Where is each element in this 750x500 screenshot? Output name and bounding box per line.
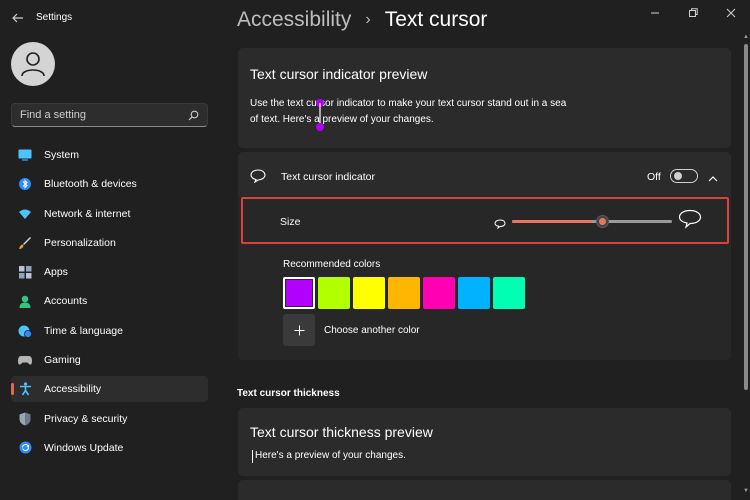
wifi-icon <box>18 207 32 221</box>
sidebar-item-network[interactable]: Network & internet <box>11 201 208 227</box>
close-button[interactable] <box>712 0 750 26</box>
search-icon[interactable] <box>188 110 199 121</box>
close-icon <box>726 8 736 18</box>
recommended-colors-heading: Recommended colors <box>283 259 381 270</box>
sidebar-item-apps[interactable]: Apps <box>11 259 208 285</box>
color-swatch[interactable] <box>458 277 490 309</box>
app-title: Settings <box>36 12 73 23</box>
thickness-preview-text: Here's a preview of your changes. <box>255 450 406 461</box>
scroll-up-arrow-icon[interactable]: ▲ <box>743 34 749 40</box>
text-cursor-icon <box>252 450 253 463</box>
sidebar-item-accessibility[interactable]: Accessibility <box>11 376 208 403</box>
color-swatches <box>283 277 528 309</box>
color-swatch[interactable] <box>493 277 525 309</box>
breadcrumb-parent[interactable]: Accessibility <box>237 8 351 32</box>
back-button[interactable] <box>10 10 26 26</box>
apps-icon <box>18 265 32 279</box>
sidebar-item-label: Accounts <box>44 295 88 308</box>
page-title: Text cursor <box>384 8 488 31</box>
sidebar-item-label: Accessibility <box>44 383 102 396</box>
chevron-right-icon: › <box>365 11 371 28</box>
color-swatch[interactable] <box>388 277 420 309</box>
indicator-toggle[interactable] <box>670 169 698 183</box>
size-label: Size <box>280 216 301 228</box>
sidebar-item-label: Network & internet <box>44 207 131 220</box>
color-swatch[interactable] <box>423 277 455 309</box>
sidebar-nav: System Bluetooth & devices Network & int… <box>11 142 208 464</box>
sidebar-item-time-language[interactable]: Time & language <box>11 318 208 344</box>
thickness-preview-card: Text cursor thickness preview Here's a p… <box>238 408 731 476</box>
sidebar-item-label: Time & language <box>44 324 123 337</box>
preview-description: Use the text cursor indicator to make yo… <box>250 96 566 128</box>
indicator-setting-row[interactable]: Text cursor indicator Off <box>238 152 731 200</box>
text-cursor-indicator-marker <box>315 99 325 131</box>
sidebar-item-personalization[interactable]: Personalization <box>11 230 208 256</box>
color-swatch[interactable] <box>283 277 315 309</box>
preview-title: Text cursor indicator preview <box>250 66 428 82</box>
choose-color-label[interactable]: Choose another color <box>324 325 420 336</box>
indicator-state-label: Off <box>647 171 661 183</box>
sidebar-item-label: Privacy & security <box>44 412 128 425</box>
size-slider-fill <box>512 220 592 223</box>
search-input[interactable] <box>20 109 188 121</box>
sidebar-item-accounts[interactable]: Accounts <box>11 288 208 314</box>
scroll-down-arrow-icon[interactable]: ▼ <box>743 488 749 494</box>
preview-description-line-2: of text. Here's a preview of your change… <box>250 114 434 125</box>
scrollbar[interactable] <box>744 44 748 390</box>
brush-icon <box>18 236 32 250</box>
minimize-icon <box>651 12 659 14</box>
user-icon <box>21 52 45 77</box>
sidebar-item-privacy-security[interactable]: Privacy & security <box>11 406 208 432</box>
bluetooth-icon <box>18 177 32 191</box>
back-arrow-icon <box>12 13 23 23</box>
slider-thumb-dot <box>599 218 606 225</box>
sidebar-item-label: Personalization <box>44 236 116 249</box>
sidebar-item-label: System <box>44 149 80 161</box>
thickness-section-heading: Text cursor thickness <box>237 388 340 399</box>
sidebar-item-label: Windows Update <box>44 441 124 454</box>
plus-icon <box>294 325 304 335</box>
size-slider[interactable] <box>512 215 672 228</box>
size-slider-thumb[interactable] <box>596 215 609 228</box>
indicator-label: Text cursor indicator <box>281 171 375 183</box>
cursor-indicator-icon <box>250 169 266 188</box>
sidebar-item-gaming[interactable]: Gaming <box>11 347 208 373</box>
indicator-preview-card: Text cursor indicator preview Use the te… <box>238 48 731 148</box>
search-box[interactable] <box>11 103 208 127</box>
thickness-preview-title: Text cursor thickness preview <box>250 424 433 440</box>
monitor-icon <box>18 148 32 162</box>
color-swatch[interactable] <box>353 277 385 309</box>
gamepad-icon <box>18 353 32 367</box>
minimize-button[interactable] <box>636 0 674 26</box>
thickness-setting-row[interactable] <box>238 480 731 500</box>
avatar[interactable] <box>11 42 55 86</box>
restore-icon <box>689 8 698 17</box>
sidebar-item-windows-update[interactable]: Windows Update <box>11 435 208 461</box>
choose-another-color-button[interactable] <box>283 314 315 346</box>
sidebar-item-label: Gaming <box>44 354 81 367</box>
restore-button[interactable] <box>674 0 712 26</box>
sidebar-item-label: Bluetooth & devices <box>44 178 137 191</box>
color-swatch[interactable] <box>318 277 350 309</box>
accessibility-icon <box>18 382 32 396</box>
sidebar-item-bluetooth[interactable]: Bluetooth & devices <box>11 171 208 197</box>
person-icon <box>18 294 32 308</box>
chevron-up-icon[interactable] <box>708 170 718 188</box>
breadcrumb: Accessibility › Text cursor <box>237 8 487 32</box>
update-icon <box>18 441 32 455</box>
preview-description-line-1: Use the text cursor indicator to make yo… <box>250 98 567 109</box>
toggle-knob <box>674 172 682 180</box>
small-cursor-size-icon <box>494 216 506 234</box>
window-controls <box>636 0 750 26</box>
large-cursor-size-icon <box>678 209 702 234</box>
shield-icon <box>18 412 32 426</box>
sidebar-item-system[interactable]: System <box>11 142 208 168</box>
globe-clock-icon <box>18 324 32 338</box>
sidebar-item-label: Apps <box>44 266 68 279</box>
